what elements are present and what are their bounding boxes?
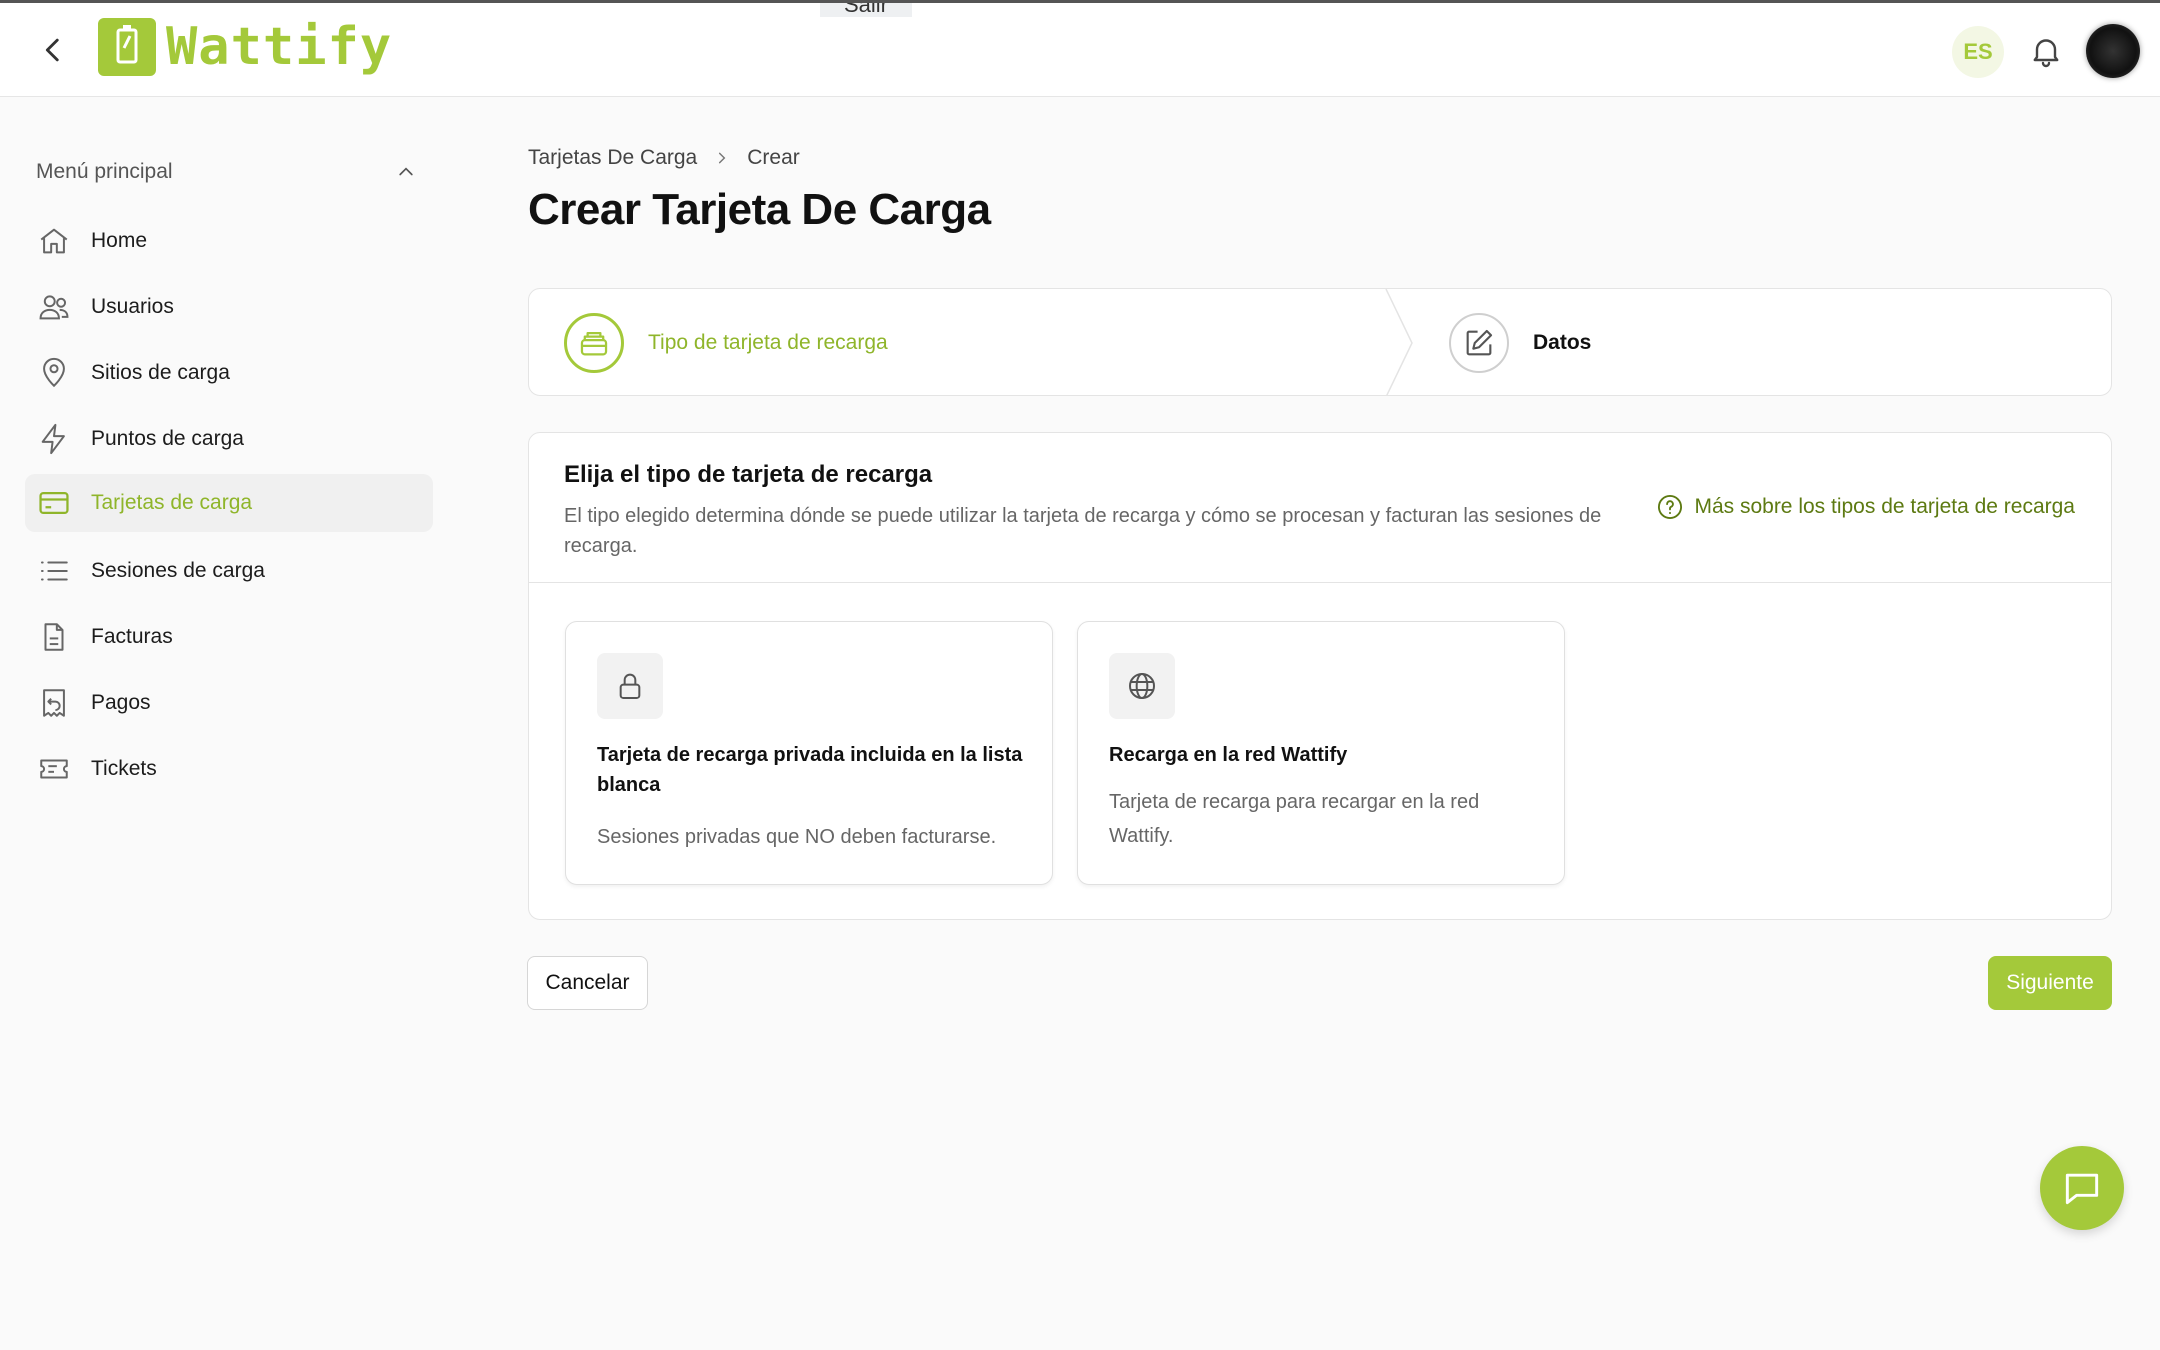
lightning-icon — [41, 423, 65, 455]
language-selector[interactable]: ES — [1952, 26, 2004, 78]
step-label: Tipo de tarjeta de recarga — [648, 331, 888, 354]
page-title: Crear Tarjeta De Carga — [528, 185, 991, 234]
sidebar-item-label: Tickets — [91, 757, 157, 780]
stepper: Tipo de tarjeta de recarga Datos — [528, 288, 2112, 396]
panel-title: Elija el tipo de tarjeta de recarga — [564, 461, 933, 488]
sidebar-item-label: Home — [91, 229, 148, 252]
card-stack-icon — [580, 331, 608, 356]
bell-icon[interactable] — [2028, 33, 2064, 69]
card-option-description: Tarjeta de recarga para recargar en la r… — [1109, 791, 1480, 847]
card-option-icon-box — [597, 653, 663, 719]
step-circle-pending — [1449, 313, 1509, 373]
lock-icon — [619, 673, 641, 699]
sidebar-item-sesiones[interactable]: Sesiones de carga — [25, 542, 433, 600]
card-types-help-link[interactable]: Más sobre los tipos de tarjeta de recarg… — [1656, 493, 2075, 521]
location-pin-icon — [43, 357, 65, 388]
top-header: Wattify Salir ES — [0, 0, 2160, 97]
sidebar-item-pagos[interactable]: Pagos — [25, 674, 433, 732]
breadcrumb-current: Crear — [747, 146, 800, 169]
receipt-icon — [43, 689, 65, 717]
sidebar-item-usuarios[interactable]: Usuarios — [25, 278, 433, 336]
card-type-panel: Elija el tipo de tarjeta de recarga El t… — [528, 432, 2112, 920]
question-circle-icon — [1658, 494, 1683, 520]
logout-button[interactable]: Salir — [820, 3, 913, 17]
top-partial-banner: Salir — [790, 3, 913, 17]
battery-logo-icon — [98, 18, 156, 76]
panel-header: Elija el tipo de tarjeta de recarga El t… — [529, 433, 2111, 583]
step-circle-active — [564, 313, 624, 373]
menu-section-title: Menú principal — [36, 160, 173, 183]
home-icon — [40, 228, 68, 254]
sidebar-item-label: Tarjetas de carga — [91, 491, 253, 514]
back-arrow-icon[interactable] — [36, 33, 70, 67]
sidebar: Menú principal Home Usuarios Sitios de c… — [0, 97, 450, 1350]
breadcrumb-parent-link[interactable]: Tarjetas De Carga — [528, 146, 697, 170]
user-avatar[interactable] — [2086, 24, 2140, 78]
step-datos[interactable]: Datos — [1449, 289, 1592, 395]
sidebar-item-home[interactable]: Home — [25, 212, 433, 270]
card-type-option-network[interactable]: Recarga en la red Wattify Tarjeta de rec… — [1077, 621, 1565, 885]
chat-bubble-icon — [2065, 1173, 2099, 1205]
sidebar-item-puntos[interactable]: Puntos de carga — [25, 410, 433, 468]
users-icon — [39, 295, 69, 320]
chevron-up-icon — [399, 167, 413, 176]
sidebar-item-label: Usuarios — [91, 295, 174, 318]
chevron-right-icon — [719, 152, 726, 164]
card-option-title: Tarjeta de recarga privada incluida en l… — [597, 744, 1023, 796]
sidebar-item-tarjetas[interactable]: Tarjetas de carga — [25, 474, 433, 532]
brand-logo[interactable]: Wattify — [98, 17, 392, 77]
sidebar-item-label: Pagos — [91, 691, 151, 714]
pencil-edit-icon — [1466, 329, 1493, 356]
next-button[interactable]: Siguiente — [1988, 956, 2112, 1010]
list-icon — [40, 561, 68, 581]
card-type-option-private[interactable]: Tarjeta de recarga privada incluida en l… — [565, 621, 1053, 885]
brand-name: Wattify — [166, 17, 393, 77]
sidebar-item-label: Sitios de carga — [91, 361, 230, 384]
sidebar-item-label: Facturas — [91, 625, 173, 648]
chat-support-button[interactable] — [2040, 1146, 2124, 1230]
step-label: Datos — [1533, 331, 1592, 354]
card-option-title: Recarga en la red Wattify — [1109, 744, 1348, 766]
card-option-icon-box — [1109, 653, 1175, 719]
ticket-icon — [40, 759, 68, 779]
globe-icon — [1129, 673, 1155, 699]
sidebar-item-sitios[interactable]: Sitios de carga — [25, 344, 433, 402]
step-card-type[interactable]: Tipo de tarjeta de recarga — [564, 289, 888, 395]
sidebar-item-label: Sesiones de carga — [91, 559, 265, 582]
sidebar-item-label: Puntos de carga — [91, 427, 244, 450]
card-option-description: Sesiones privadas que NO deben facturars… — [597, 826, 997, 848]
step-divider-chevron — [1385, 289, 1413, 395]
menu-section-toggle[interactable]: Menú principal — [36, 157, 416, 187]
document-icon — [44, 623, 64, 651]
breadcrumb: Tarjetas De Carga Crear — [528, 146, 800, 170]
card-icon — [39, 491, 69, 515]
help-link-label: Más sobre los tipos de tarjeta de recarg… — [1694, 495, 2075, 518]
sidebar-item-facturas[interactable]: Facturas — [25, 608, 433, 666]
cancel-button[interactable]: Cancelar — [527, 956, 648, 1010]
panel-description: El tipo elegido determina dónde se puede… — [564, 505, 1602, 557]
sidebar-item-tickets[interactable]: Tickets — [25, 740, 433, 798]
